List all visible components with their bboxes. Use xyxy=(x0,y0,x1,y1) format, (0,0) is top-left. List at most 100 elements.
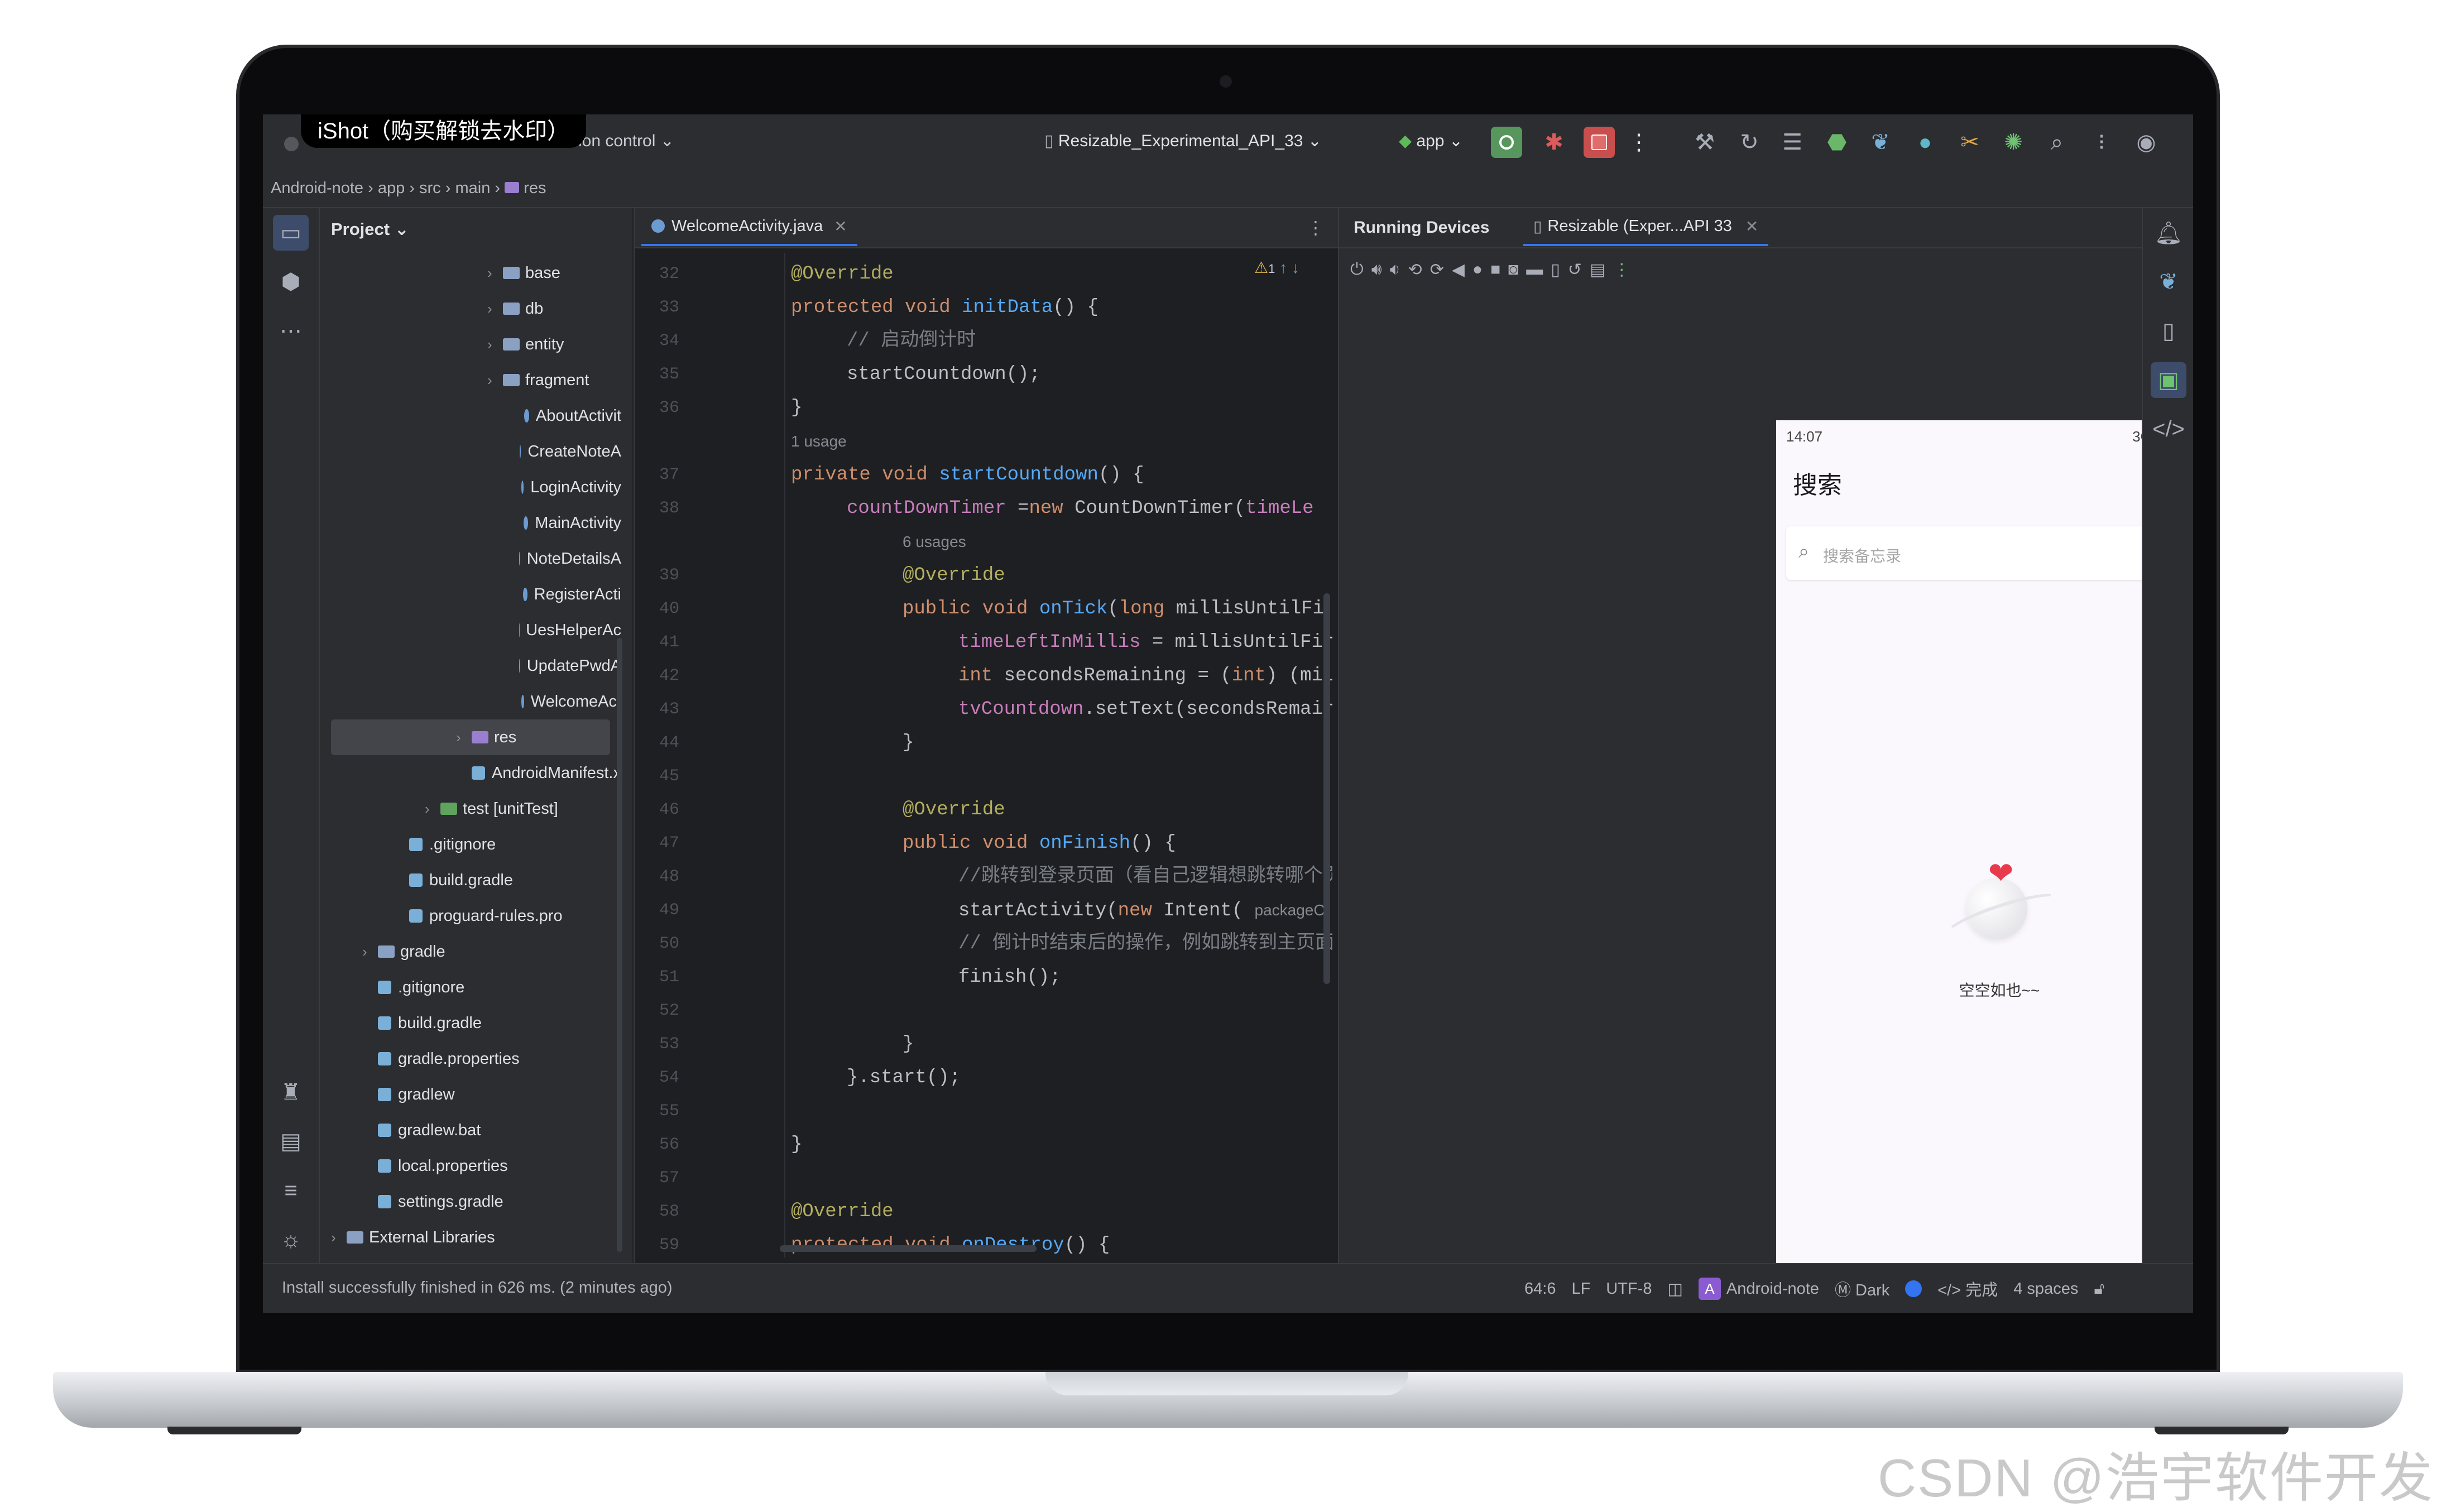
tree-item[interactable]: › fragment xyxy=(320,362,621,398)
extended-controls-icon[interactable]: ▤ xyxy=(1590,260,1605,280)
tree-item[interactable]: gradle.properties xyxy=(320,1041,621,1077)
ai-status-icon[interactable] xyxy=(1905,1280,1922,1297)
code-line[interactable] xyxy=(774,1161,1332,1195)
close-icon[interactable]: ✕ xyxy=(834,217,847,236)
device-manager-tool-icon[interactable]: ▯ xyxy=(2151,313,2186,349)
tree-item[interactable]: WelcomeAct xyxy=(320,684,621,719)
code-line[interactable]: int secondsRemaining = (int) (mil xyxy=(774,659,1332,693)
tree-item[interactable]: › base xyxy=(320,255,621,291)
phone-search-input[interactable]: 搜索备忘录 xyxy=(1823,544,1901,567)
status-message[interactable]: Install successfully finished in 626 ms.… xyxy=(282,1279,673,1297)
home-icon[interactable]: ● xyxy=(1472,260,1483,279)
run-config-selector[interactable]: ◆ app ⌄ xyxy=(1399,131,1463,151)
logcat-icon[interactable]: ♜ xyxy=(273,1074,309,1110)
file-encoding[interactable]: UTF-8 xyxy=(1606,1280,1652,1298)
chevron-right-icon[interactable]: › xyxy=(487,327,503,362)
tree-item[interactable]: UpdatePwdA xyxy=(320,648,621,684)
tree-item[interactable]: CreateNoteA xyxy=(320,434,621,469)
record-icon[interactable]: ▬ xyxy=(1526,260,1543,279)
tree-item[interactable]: › entity xyxy=(320,327,621,362)
readonly-icon[interactable]: ◫ xyxy=(1667,1279,1682,1299)
code-line[interactable] xyxy=(774,1095,1332,1128)
tree-item[interactable]: RegisterActi xyxy=(320,577,621,612)
close-icon[interactable]: ✕ xyxy=(1745,217,1758,236)
updates-icon[interactable]: ⁝ xyxy=(2086,127,2117,158)
code-line[interactable]: tvCountdown.setText(secondsRemair xyxy=(774,693,1332,726)
code-line[interactable]: 1 usage xyxy=(774,425,1332,458)
code-line[interactable]: startCountdown(); xyxy=(774,358,1332,391)
theme-widget[interactable]: Ⓜ Dark xyxy=(1835,1277,1889,1300)
window-close-icon[interactable] xyxy=(284,137,299,151)
chevron-right-icon[interactable]: › xyxy=(362,934,378,969)
device-manager-icon[interactable]: ● xyxy=(1910,127,1941,158)
code-line[interactable]: 6 usages xyxy=(774,525,1332,559)
rotate-right-icon[interactable]: ⟳ xyxy=(1430,260,1444,280)
code-line[interactable]: @Override xyxy=(774,559,1332,592)
chevron-right-icon[interactable]: › xyxy=(487,362,503,398)
code-line[interactable]: }.start(); xyxy=(774,1061,1332,1095)
sdk-manager-icon[interactable]: ⬣ xyxy=(1821,127,1853,158)
running-devices-tool-icon[interactable]: ▣ xyxy=(2151,362,2186,398)
breadcrumb-item-src[interactable]: src xyxy=(419,179,441,197)
code-line[interactable]: // 启动倒计时 xyxy=(774,324,1332,358)
tree-item[interactable]: LoginActivity xyxy=(320,469,621,505)
more-icon[interactable]: ⋮ xyxy=(1613,260,1630,280)
code-line[interactable]: public void onFinish() { xyxy=(774,827,1332,860)
tree-item[interactable]: › res xyxy=(331,719,610,755)
debug-icon[interactable]: ✱ xyxy=(1538,127,1570,158)
tree-item[interactable]: proguard-rules.pro xyxy=(320,898,621,934)
tree-item[interactable]: NoteDetailsA xyxy=(320,541,621,577)
chevron-right-icon[interactable]: › xyxy=(456,719,472,755)
project-view-dropdown[interactable]: Project ⌄ xyxy=(331,219,409,239)
gradle-tool-icon[interactable]: ❦ xyxy=(2151,264,2186,300)
chevron-right-icon[interactable]: › xyxy=(425,791,440,827)
tree-item[interactable]: AboutActivit xyxy=(320,398,621,434)
snapshot-icon[interactable]: ↺ xyxy=(1568,260,1582,280)
line-separator[interactable]: LF xyxy=(1571,1280,1590,1298)
volume-up-icon[interactable]: 🔊︎ xyxy=(1371,260,1382,279)
code-line[interactable] xyxy=(774,994,1332,1028)
code-line[interactable]: @Override xyxy=(774,1195,1332,1228)
tab-device[interactable]: ▯ Resizable (Exper...API 33 ✕ xyxy=(1523,208,1769,246)
sync-icon[interactable]: ↻ xyxy=(1734,127,1765,158)
editor-vscrollbar[interactable] xyxy=(1323,593,1330,984)
fold-icon[interactable]: ▯ xyxy=(1551,260,1560,280)
tools-icon[interactable]: ✂ xyxy=(1954,127,1985,158)
lock-icon[interactable]: 🔓︎ xyxy=(2094,1280,2104,1298)
overview-icon[interactable]: ■ xyxy=(1490,260,1500,279)
tree-item[interactable]: › db xyxy=(320,291,621,327)
todo-icon[interactable]: ≡ xyxy=(273,1173,309,1208)
editor-hscrollbar[interactable] xyxy=(780,1245,1037,1252)
chevron-right-icon[interactable]: › xyxy=(331,1220,347,1255)
breadcrumb-item-res[interactable]: res xyxy=(524,179,546,197)
tab-options-icon[interactable]: ⋮ xyxy=(1304,214,1327,242)
tree-item[interactable]: › test [unitTest] xyxy=(320,791,621,827)
tree-scrollbar[interactable] xyxy=(617,638,622,1252)
chevron-right-icon[interactable]: › xyxy=(487,291,503,327)
code-line[interactable]: private void startCountdown() { xyxy=(774,458,1332,492)
rotate-left-icon[interactable]: ⟲ xyxy=(1408,260,1422,280)
code-line[interactable]: } xyxy=(774,726,1332,760)
power-icon[interactable]: ⏻ xyxy=(1350,260,1364,279)
code-area[interactable]: @Override protected void initData() {// 启… xyxy=(774,257,1332,1262)
tree-item[interactable]: .gitignore xyxy=(320,969,621,1005)
tree-item[interactable]: build.gradle xyxy=(320,862,621,898)
breadcrumb-item-project[interactable]: Android-note xyxy=(271,179,363,197)
problems-icon[interactable]: ☼ xyxy=(273,1222,309,1257)
code-line[interactable]: finish(); xyxy=(774,961,1332,994)
code-status-widget[interactable]: </> 完成 xyxy=(1937,1277,1998,1300)
breadcrumb-item-app[interactable]: app xyxy=(378,179,405,197)
more-actions-icon[interactable]: ⋮ xyxy=(1628,127,1650,158)
chevron-right-icon[interactable]: › xyxy=(487,255,503,291)
code-line[interactable]: } xyxy=(774,1028,1332,1061)
search-icon[interactable]: ⌕ xyxy=(2041,127,2073,158)
code-line[interactable]: @Override xyxy=(774,793,1332,827)
tree-item[interactable]: › gradle xyxy=(320,934,621,969)
code-line[interactable]: startActivity(new Intent( packageC xyxy=(774,894,1332,927)
volume-down-icon[interactable]: 🔉︎ xyxy=(1390,260,1400,279)
code-line[interactable]: @Override xyxy=(774,257,1332,291)
code-line[interactable] xyxy=(774,760,1332,793)
gradle-icon[interactable]: ❦ xyxy=(1865,127,1896,158)
tree-item[interactable]: .gitignore xyxy=(320,827,621,862)
project-tool-icon[interactable]: ▭ xyxy=(273,215,309,251)
